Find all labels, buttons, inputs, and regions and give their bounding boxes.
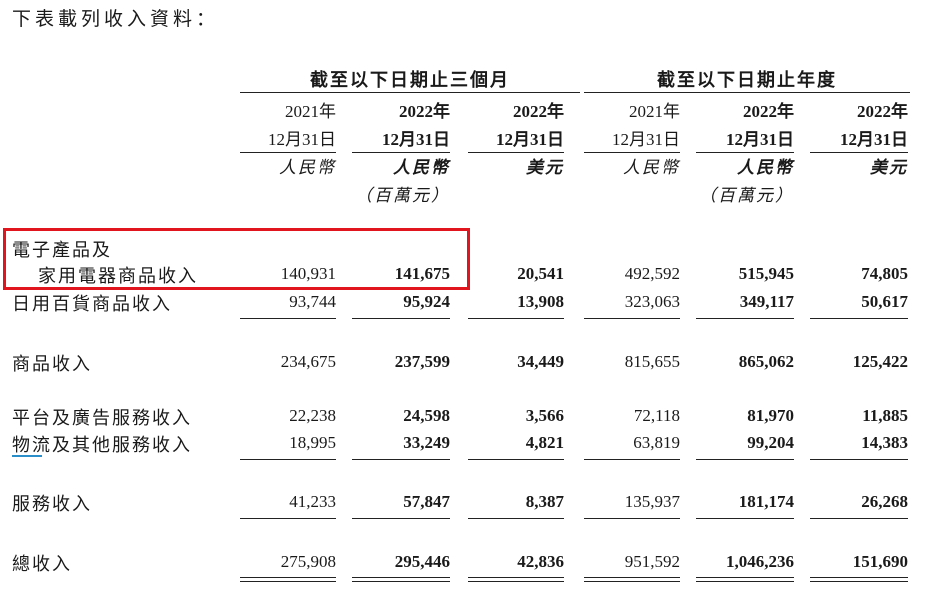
header-rule-1: [240, 152, 336, 153]
total-rule: [810, 518, 908, 519]
subtotal-rule: [696, 459, 794, 460]
table-cell: 13,908: [517, 292, 564, 311]
table-cell: 492,592: [624, 264, 680, 283]
table-cell: 26,268: [861, 492, 908, 511]
subtotal-rule: [468, 318, 564, 319]
group-rule-three-months: [240, 92, 580, 93]
row-label-total-revenue: 總收入: [12, 554, 72, 574]
table-cell: 41,233: [289, 492, 336, 511]
table-cell: 3,566: [525, 406, 564, 425]
column-header-q-2022-usd: 2022年 12月31日 美元: [496, 102, 564, 177]
column-header-y-2022-rmb: 2022年 12月31日 人民幣 （百萬元）: [699, 102, 794, 205]
table-cell: 141,675: [394, 264, 450, 283]
table-cell: 8,387: [525, 492, 564, 511]
table-cell: 151,690: [852, 552, 908, 571]
total-rule: [240, 518, 336, 519]
table-cell: 135,937: [624, 492, 680, 511]
subtotal-rule: [352, 318, 450, 319]
total-rule: [468, 518, 564, 519]
table-cell: 42,836: [517, 552, 564, 571]
table-cell: 14,383: [861, 433, 908, 452]
table-cell: 99,204: [747, 433, 794, 452]
table-cell: 125,422: [852, 352, 908, 371]
table-cell: 93,744: [289, 292, 336, 311]
subtotal-rule: [468, 459, 564, 460]
row-label-service-revenue: 服務收入: [12, 494, 92, 514]
underline-mark: [12, 455, 42, 457]
table-cell: 865,062: [738, 352, 794, 371]
table-cell: 275,908: [280, 552, 336, 571]
grand-total-rule: [468, 577, 564, 582]
table-cell: 50,617: [861, 292, 908, 311]
table-cell: 81,970: [747, 406, 794, 425]
subtotal-rule: [352, 459, 450, 460]
grand-total-rule: [810, 577, 908, 582]
table-cell: 74,805: [861, 264, 908, 283]
subtotal-rule: [240, 318, 336, 319]
intro-text: 下表載列收入資料：: [12, 9, 220, 30]
subtotal-rule: [810, 318, 908, 319]
column-header-y-2021-rmb: 2021年 12月31日 人民幣: [612, 102, 680, 177]
table-cell: 72,118: [633, 406, 680, 425]
total-rule: [352, 518, 450, 519]
total-rule: [584, 518, 680, 519]
table-cell: 33,249: [403, 433, 450, 452]
column-header-q-2022-rmb: 2022年 12月31日 人民幣 （百萬元）: [355, 102, 450, 205]
table-cell: 237,599: [394, 352, 450, 371]
table-cell: 4,821: [525, 433, 564, 452]
table-cell: 63,819: [633, 433, 680, 452]
grand-total-rule: [584, 577, 680, 582]
table-cell: 234,675: [280, 352, 336, 371]
grand-total-rule: [352, 577, 450, 582]
table-cell: 18,995: [289, 433, 336, 452]
table-cell: 34,449: [517, 352, 564, 371]
total-rule: [696, 518, 794, 519]
table-cell: 95,924: [403, 292, 450, 311]
table-cell: 140,931: [280, 264, 336, 283]
table-cell: 951,592: [624, 552, 680, 571]
table-cell: 349,117: [739, 292, 794, 311]
header-rule-6: [810, 152, 908, 153]
row-label-platform-ads: 平台及廣告服務收入: [12, 408, 192, 428]
subtotal-rule: [696, 318, 794, 319]
table-cell: 22,238: [289, 406, 336, 425]
header-rule-3: [468, 152, 564, 153]
table-cell: 295,446: [394, 552, 450, 571]
column-header-q-2021-rmb: 2021年 12月31日 人民幣: [268, 102, 336, 177]
table-cell: 323,063: [624, 292, 680, 311]
row-label-product-revenue: 商品收入: [12, 354, 92, 374]
subtotal-rule: [810, 459, 908, 460]
header-rule-4: [584, 152, 680, 153]
group-header-three-months: 截至以下日期止三個月: [310, 70, 510, 90]
table-cell: 181,174: [738, 492, 794, 511]
group-header-year: 截至以下日期止年度: [657, 70, 837, 90]
grand-total-rule: [696, 577, 794, 582]
header-rule-2: [352, 152, 450, 153]
table-cell: 1,046,236: [726, 552, 794, 571]
group-rule-year: [584, 92, 910, 93]
table-cell: 20,541: [517, 264, 564, 283]
table-cell: 57,847: [403, 492, 450, 511]
table-cell: 515,945: [738, 264, 794, 283]
subtotal-rule: [584, 318, 680, 319]
table-cell: 815,655: [624, 352, 680, 371]
subtotal-rule: [584, 459, 680, 460]
row-label-electronics: 電子產品及 家用電器商品收入: [12, 240, 198, 286]
subtotal-rule: [240, 459, 336, 460]
header-rule-5: [696, 152, 794, 153]
row-label-logistics: 物流及其他服務收入: [12, 435, 192, 455]
table-cell: 24,598: [403, 406, 450, 425]
row-label-general-merchandise: 日用百貨商品收入: [12, 294, 172, 314]
column-header-y-2022-usd: 2022年 12月31日 美元: [840, 102, 908, 177]
grand-total-rule: [240, 577, 336, 582]
table-cell: 11,885: [862, 406, 908, 425]
